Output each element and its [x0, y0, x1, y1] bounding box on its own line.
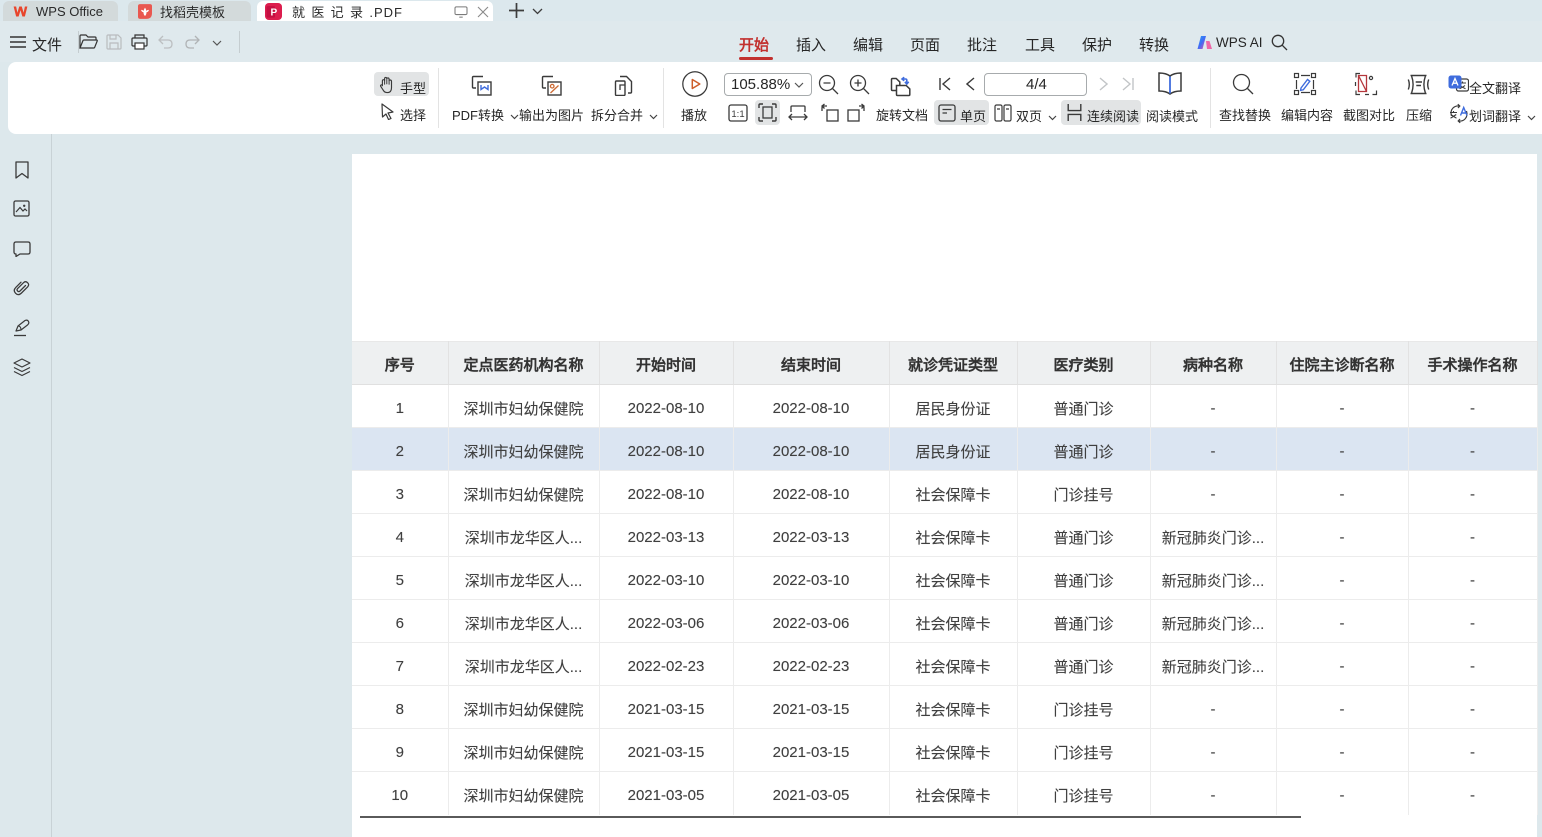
svg-text:1:1: 1:1: [731, 109, 744, 120]
svg-text:P: P: [271, 7, 278, 18]
